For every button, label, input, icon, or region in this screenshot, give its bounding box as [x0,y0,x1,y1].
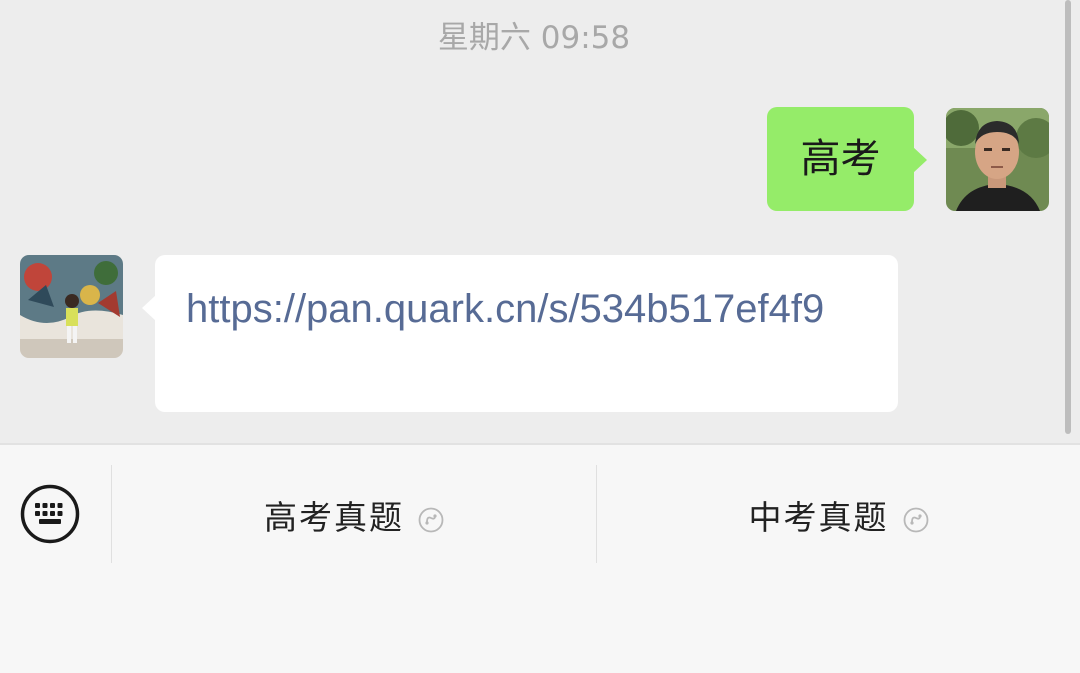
my-avatar-image [946,108,1049,211]
mini-program-icon [418,502,444,533]
outgoing-message-text: 高考 [800,136,881,182]
menu-item-label: 中考真题 [748,498,889,537]
contact-avatar-image [20,255,123,358]
outgoing-message-bubble[interactable]: 高考 [767,107,927,211]
keyboard-toggle-button[interactable] [20,484,80,544]
bottom-menu-bar: 高考真题 中考真题 [0,445,1080,673]
contact-avatar[interactable] [20,255,123,358]
shared-link[interactable]: https://pan.quark.cn/s/534b517ef4f9 [186,282,876,336]
menu-item-label: 高考真题 [264,498,404,537]
chat-scrollbar[interactable] [1065,0,1071,434]
my-avatar[interactable] [946,108,1049,211]
chat-area[interactable]: 星期六 09:58 高考 https://pan.quark.cn/s/534b… [0,0,1080,443]
mini-program-icon [903,502,929,533]
message-timestamp: 星期六 09:58 [437,20,631,56]
menu-item-gaokao-papers[interactable]: 高考真题 [112,485,596,545]
menu-item-zhongkao-papers[interactable]: 中考真题 [597,485,1080,545]
keyboard-icon [20,484,80,544]
incoming-message-bubble[interactable]: https://pan.quark.cn/s/534b517ef4f9 [142,255,898,412]
